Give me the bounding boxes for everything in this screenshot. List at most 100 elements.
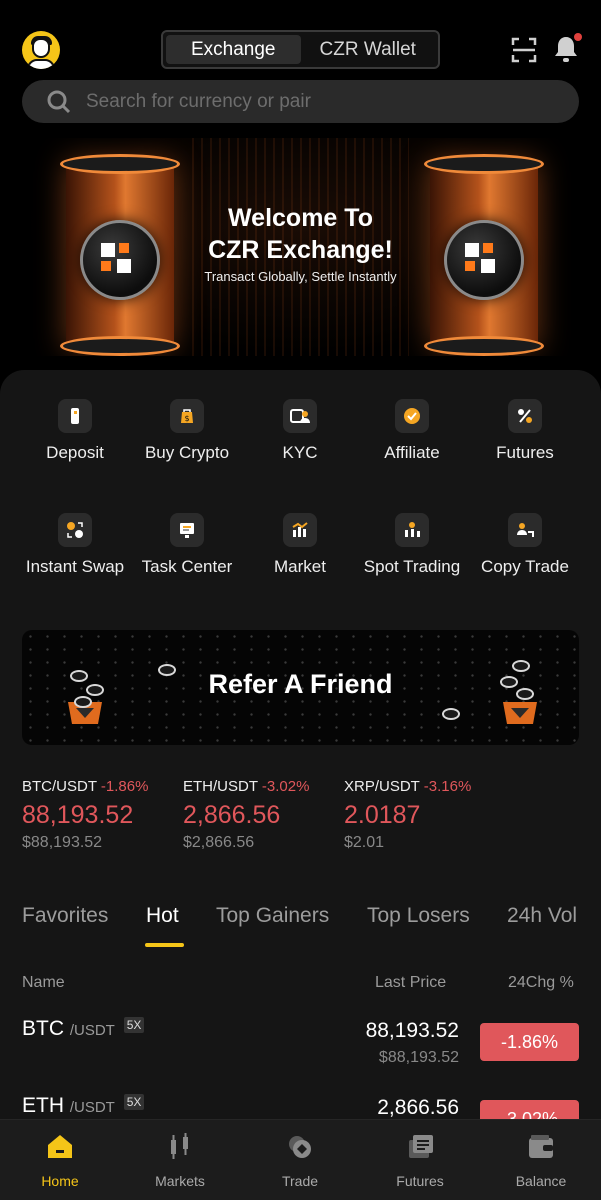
menu-label: Affiliate (384, 443, 440, 462)
ticker-price: 2.0187 (344, 801, 421, 829)
leverage-badge: 5X (123, 1017, 145, 1033)
ticker-pair: BTC/USDT (22, 778, 97, 795)
ticker-pair: XRP/USDT (344, 778, 420, 795)
row-price: 88,193.52 (365, 1019, 459, 1042)
pillar-disc (60, 154, 180, 174)
nav-balance[interactable]: Balance (491, 1132, 591, 1189)
top-bar: Exchange CZR Wallet Search for currency … (0, 0, 601, 135)
menu-market[interactable]: Market (244, 513, 356, 577)
menu-affiliate[interactable]: Affiliate (356, 399, 468, 463)
pillar-disc (424, 336, 544, 356)
active-tab-indicator (145, 943, 184, 947)
menu-label: Buy Crypto (144, 443, 230, 462)
row-quote: /USDT (69, 1099, 115, 1116)
notification-dot (574, 33, 582, 41)
ticker-btc[interactable]: BTC/USDT -1.86% 88,193.52 $88,193.52 (22, 778, 192, 852)
row-price: 2,866.56 (377, 1096, 459, 1119)
ticker-price: 2,866.56 (183, 801, 281, 829)
table-row[interactable]: ETH /USDT 5X (22, 1094, 145, 1118)
copy-trade-icon (508, 513, 542, 547)
scan-icon[interactable] (511, 37, 537, 63)
wallet-icon (529, 1135, 553, 1158)
search-placeholder: Search for currency or pair (86, 90, 311, 112)
banner-title: Welcome To CZR Exchange! (208, 204, 393, 264)
leverage-badge: 5X (123, 1094, 145, 1110)
tab-hot[interactable]: Hot (146, 904, 179, 928)
menu-buy-crypto[interactable]: $ Buy Crypto (131, 399, 243, 463)
menu-label: Market (274, 557, 326, 576)
menu-instant-swap[interactable]: Instant Swap (19, 513, 131, 577)
nav-label: Trade (281, 1173, 319, 1189)
menu-spot-trading[interactable]: Spot Trading (356, 513, 468, 577)
tab-exchange[interactable]: Exchange (166, 35, 301, 64)
ticker-eth[interactable]: ETH/USDT -3.02% 2,866.56 $2,866.56 (183, 778, 353, 852)
search-bar[interactable]: Search for currency or pair (22, 80, 579, 123)
trade-icon (289, 1136, 311, 1158)
row-base: BTC (22, 1017, 64, 1040)
column-24h-change[interactable]: 24Chg % (508, 974, 574, 992)
kyc-icon (283, 399, 317, 433)
nav-home[interactable]: Home (10, 1132, 110, 1189)
exchange-wallet-switch: Exchange CZR Wallet (161, 30, 440, 69)
change-badge[interactable]: -1.86% (480, 1023, 579, 1061)
refer-friend-banner[interactable]: Refer A Friend (22, 630, 579, 745)
instant-swap-icon (58, 513, 92, 547)
nav-futures[interactable]: Futures (370, 1132, 470, 1189)
tab-top-losers[interactable]: Top Losers (367, 904, 470, 928)
tab-czr-wallet[interactable]: CZR Wallet (301, 35, 436, 64)
deposit-icon (58, 399, 92, 433)
avatar-body (27, 59, 55, 69)
task-center-icon (170, 513, 204, 547)
futures-nav-icon (409, 1135, 433, 1158)
bottom-nav: Home Markets Trade Futures Balance (0, 1119, 601, 1200)
pillar-disc (424, 154, 544, 174)
menu-deposit[interactable]: Deposit (19, 399, 131, 463)
ticker-xrp[interactable]: XRP/USDT -3.16% 2.0187 $2.01 (344, 778, 514, 852)
market-tabs: Favorites Hot Top Gainers Top Losers 24h… (22, 904, 601, 950)
tab-favorites[interactable]: Favorites (22, 904, 108, 928)
banner-subtitle: Transact Globally, Settle Instantly (204, 269, 397, 284)
ticker-pair: ETH/USDT (183, 778, 258, 795)
ticker-usd: $2.01 (344, 834, 385, 851)
menu-kyc[interactable]: KYC (244, 399, 356, 463)
tab-24h-vol[interactable]: 24h Vol (507, 904, 577, 928)
table-row[interactable]: BTC /USDT 5X (22, 1017, 145, 1041)
search-icon (47, 90, 71, 113)
nav-label: Futures (396, 1173, 444, 1189)
futures-icon (508, 399, 542, 433)
nav-label: Balance (515, 1173, 567, 1189)
refer-title: Refer A Friend (208, 669, 393, 699)
home-icon (48, 1135, 72, 1158)
buy-crypto-icon: $ (170, 399, 204, 433)
menu-label: KYC (282, 443, 318, 462)
nav-label: Markets (155, 1173, 205, 1189)
menu-label: Task Center (141, 557, 233, 576)
markets-icon (171, 1133, 188, 1159)
nav-markets[interactable]: Markets (130, 1132, 230, 1189)
menu-copy-trade[interactable]: Copy Trade (469, 513, 581, 577)
ticker-usd: $2,866.56 (183, 834, 255, 851)
ticker-change: -1.86% (100, 778, 149, 795)
menu-task-center[interactable]: Task Center (131, 513, 243, 577)
spot-trading-icon (395, 513, 429, 547)
pillar-disc (60, 336, 180, 356)
menu-label: Futures (496, 443, 554, 462)
column-name[interactable]: Name (22, 974, 65, 992)
avatar[interactable] (22, 31, 60, 69)
row-usd: $88,193.52 (378, 1049, 459, 1066)
ticker-change: -3.02% (261, 778, 310, 795)
column-last-price[interactable]: Last Price (375, 974, 446, 992)
menu-futures[interactable]: Futures (469, 399, 581, 463)
welcome-banner[interactable]: Welcome To CZR Exchange! Transact Global… (22, 138, 579, 356)
ticker-change: -3.16% (423, 778, 472, 795)
svg-text:$: $ (184, 414, 189, 423)
menu-label: Copy Trade (481, 557, 569, 576)
menu-label: Spot Trading (363, 557, 461, 576)
menu-label: Deposit (46, 443, 104, 462)
tab-top-gainers[interactable]: Top Gainers (216, 904, 329, 928)
row-base: ETH (22, 1094, 64, 1117)
ticker-price: 88,193.52 (22, 801, 134, 829)
mini-coin (442, 708, 460, 720)
affiliate-icon (395, 399, 429, 433)
nav-trade[interactable]: Trade (250, 1132, 350, 1189)
